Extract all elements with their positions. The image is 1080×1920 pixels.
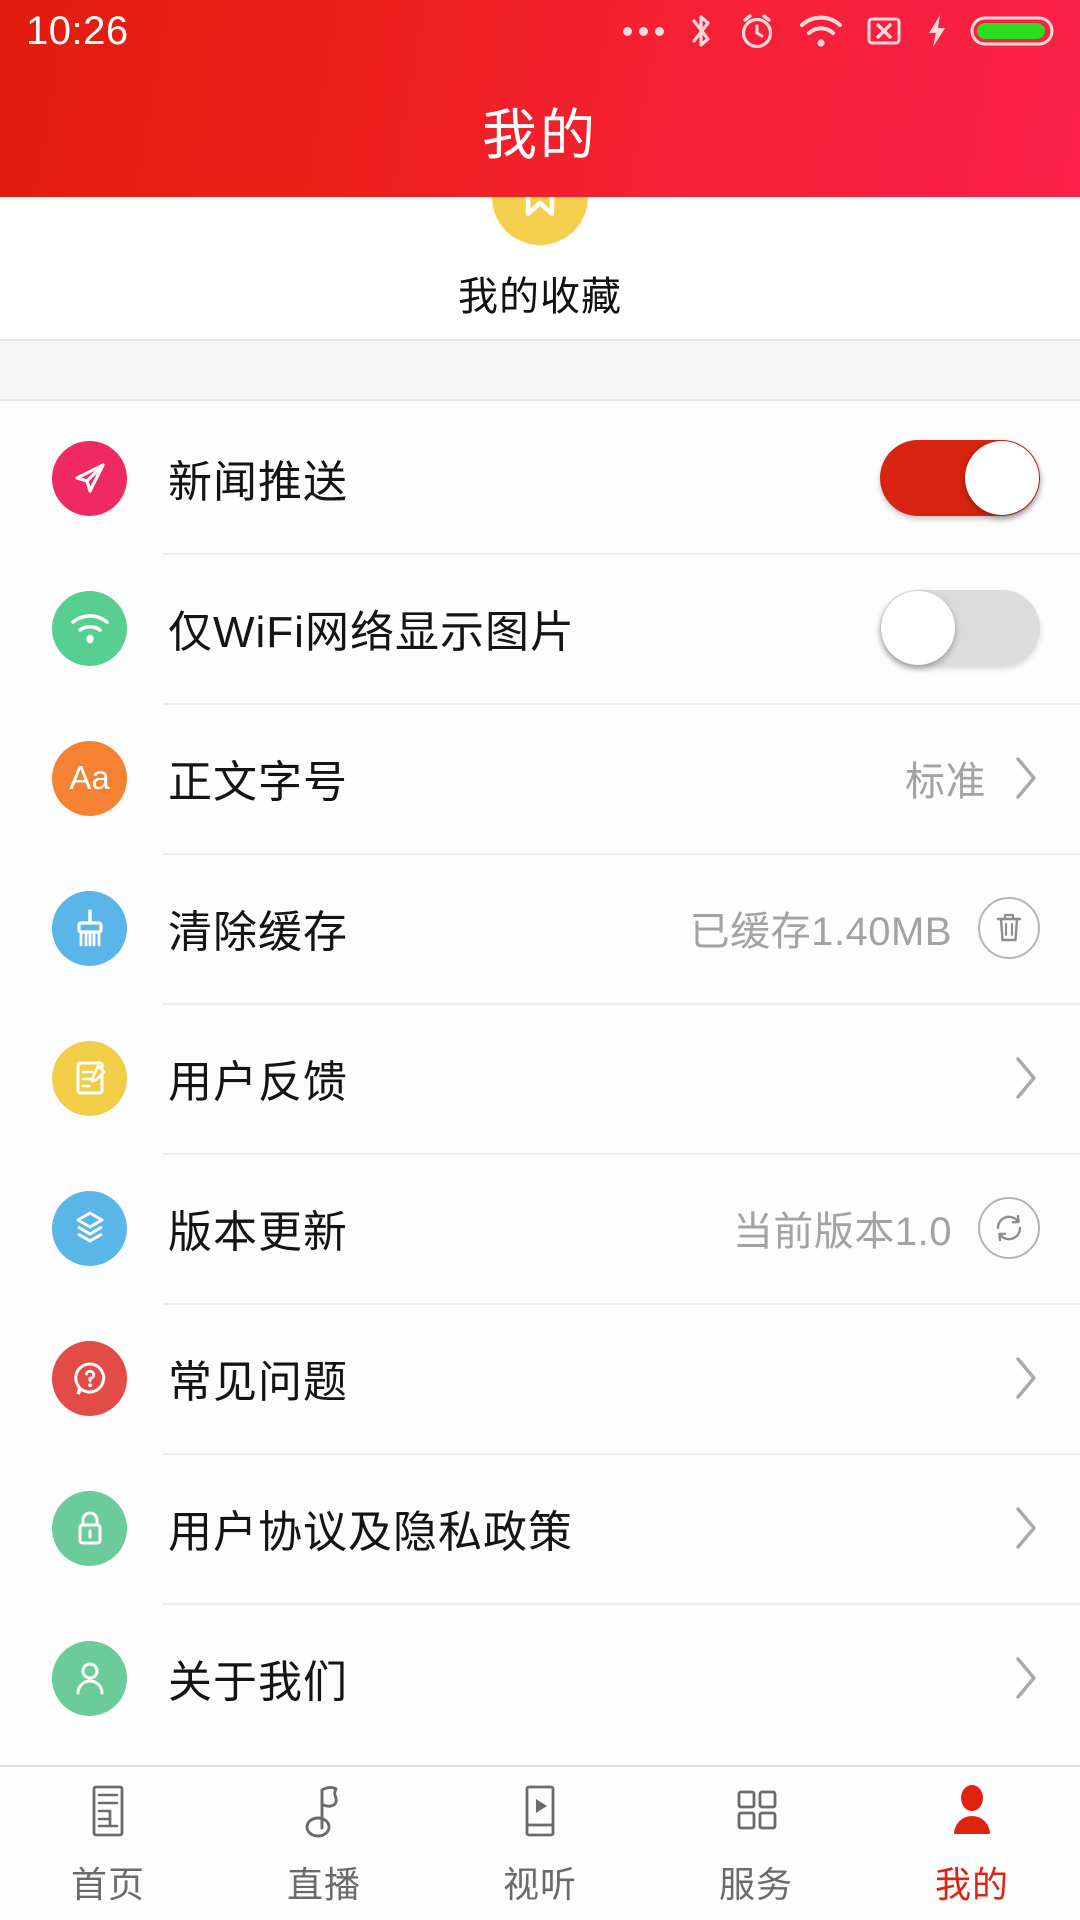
settings-row-label: 正文字号	[168, 758, 348, 807]
header-title-bar: 我的	[0, 62, 1080, 197]
app-screen: 10:26 我的 我的收藏 新闻推送 仅WiFi网络显示图片 Aa 正文字号 标…	[0, 0, 1080, 1920]
toggle-knob	[881, 591, 955, 665]
wifi-icon	[52, 590, 127, 666]
settings-list: 新闻推送 仅WiFi网络显示图片 Aa 正文字号 标准 清除缓存 已缓存1.40…	[0, 403, 1080, 1753]
question-bubble-icon	[52, 1340, 127, 1416]
wifi-icon	[798, 11, 844, 51]
tab-mine[interactable]: 我的	[864, 1767, 1080, 1920]
version-value: 当前版本1.0	[732, 1210, 952, 1254]
chevron-right-icon	[1012, 1054, 1040, 1102]
settings-row-label: 仅WiFi网络显示图片	[168, 608, 575, 657]
settings-row-label: 用户反馈	[168, 1058, 348, 1107]
person-icon	[947, 1780, 997, 1842]
settings-row-wifi-only-images[interactable]: 仅WiFi网络显示图片	[0, 553, 1080, 703]
app-header: 10:26 我的	[0, 0, 1080, 197]
settings-row-label: 关于我们	[168, 1658, 348, 1707]
font-size-value: 标准	[905, 760, 986, 804]
person-icon	[52, 1640, 127, 1716]
font-size-icon: Aa	[52, 740, 127, 816]
music-flag-icon	[298, 1780, 350, 1842]
status-bar-icons	[623, 10, 1054, 52]
layers-icon	[52, 1190, 127, 1266]
settings-row-clear-cache[interactable]: 清除缓存 已缓存1.40MB	[0, 853, 1080, 1003]
settings-row-font-size[interactable]: Aa 正文字号 标准	[0, 703, 1080, 853]
chevron-right-icon	[1012, 754, 1040, 802]
bookmark-icon	[492, 197, 588, 245]
page-title: 我的	[481, 103, 598, 166]
settings-row-label: 清除缓存	[168, 908, 348, 957]
favorites-entry[interactable]: 我的收藏	[425, 197, 655, 322]
broom-icon	[52, 890, 127, 966]
charging-bolt-icon	[924, 11, 950, 51]
favorites-strip: 我的收藏	[0, 197, 1080, 339]
chevron-right-icon	[1012, 1504, 1040, 1552]
status-bar: 10:26	[0, 0, 1080, 62]
trash-icon[interactable]	[978, 897, 1040, 959]
battery-icon	[970, 11, 1054, 51]
settings-row-label: 用户协议及隐私政策	[168, 1508, 573, 1557]
cache-size-value: 已缓存1.40MB	[689, 910, 952, 954]
tab-label: 首页	[70, 1863, 145, 1905]
alarm-clock-icon	[736, 10, 778, 52]
news-push-toggle[interactable]	[880, 440, 1040, 516]
section-gap-band	[0, 339, 1080, 401]
chevron-right-icon	[1012, 1654, 1040, 1702]
bottom-tab-bar: 首页 直播 视听 服务 我的	[0, 1765, 1080, 1920]
more-dots-icon	[623, 26, 664, 36]
settings-row-version-update[interactable]: 版本更新 当前版本1.0	[0, 1153, 1080, 1303]
grid-icon	[729, 1780, 783, 1842]
paper-plane-icon	[52, 440, 127, 516]
refresh-icon[interactable]	[978, 1197, 1040, 1259]
tab-video[interactable]: 视听	[432, 1767, 648, 1920]
font-size-icon-text: Aa	[69, 759, 110, 796]
tab-home[interactable]: 首页	[0, 1767, 216, 1920]
settings-row-label: 常见问题	[168, 1358, 348, 1407]
settings-row-terms-privacy[interactable]: 用户协议及隐私政策	[0, 1453, 1080, 1603]
wifi-only-images-toggle[interactable]	[880, 590, 1040, 666]
sim-card-off-icon	[864, 11, 904, 51]
status-bar-clock: 10:26	[26, 8, 129, 53]
bluetooth-icon	[686, 11, 716, 51]
tab-label: 服务	[718, 1863, 793, 1905]
chevron-right-icon	[1012, 1354, 1040, 1402]
tab-label: 直播	[286, 1863, 361, 1905]
feedback-form-icon	[52, 1040, 127, 1116]
tab-service[interactable]: 服务	[648, 1767, 864, 1920]
tab-label: 我的	[934, 1863, 1009, 1905]
toggle-knob	[965, 441, 1039, 515]
settings-row-faq[interactable]: 常见问题	[0, 1303, 1080, 1453]
news-page-icon	[83, 1780, 133, 1842]
settings-row-about-us[interactable]: 关于我们	[0, 1603, 1080, 1753]
video-play-icon	[515, 1780, 565, 1842]
settings-row-label: 新闻推送	[168, 458, 348, 507]
settings-row-user-feedback[interactable]: 用户反馈	[0, 1003, 1080, 1153]
settings-row-label: 版本更新	[168, 1208, 348, 1257]
favorites-label: 我的收藏	[458, 275, 622, 319]
lock-icon	[52, 1490, 127, 1566]
tab-live[interactable]: 直播	[216, 1767, 432, 1920]
tab-label: 视听	[502, 1863, 577, 1905]
settings-row-news-push[interactable]: 新闻推送	[0, 403, 1080, 553]
